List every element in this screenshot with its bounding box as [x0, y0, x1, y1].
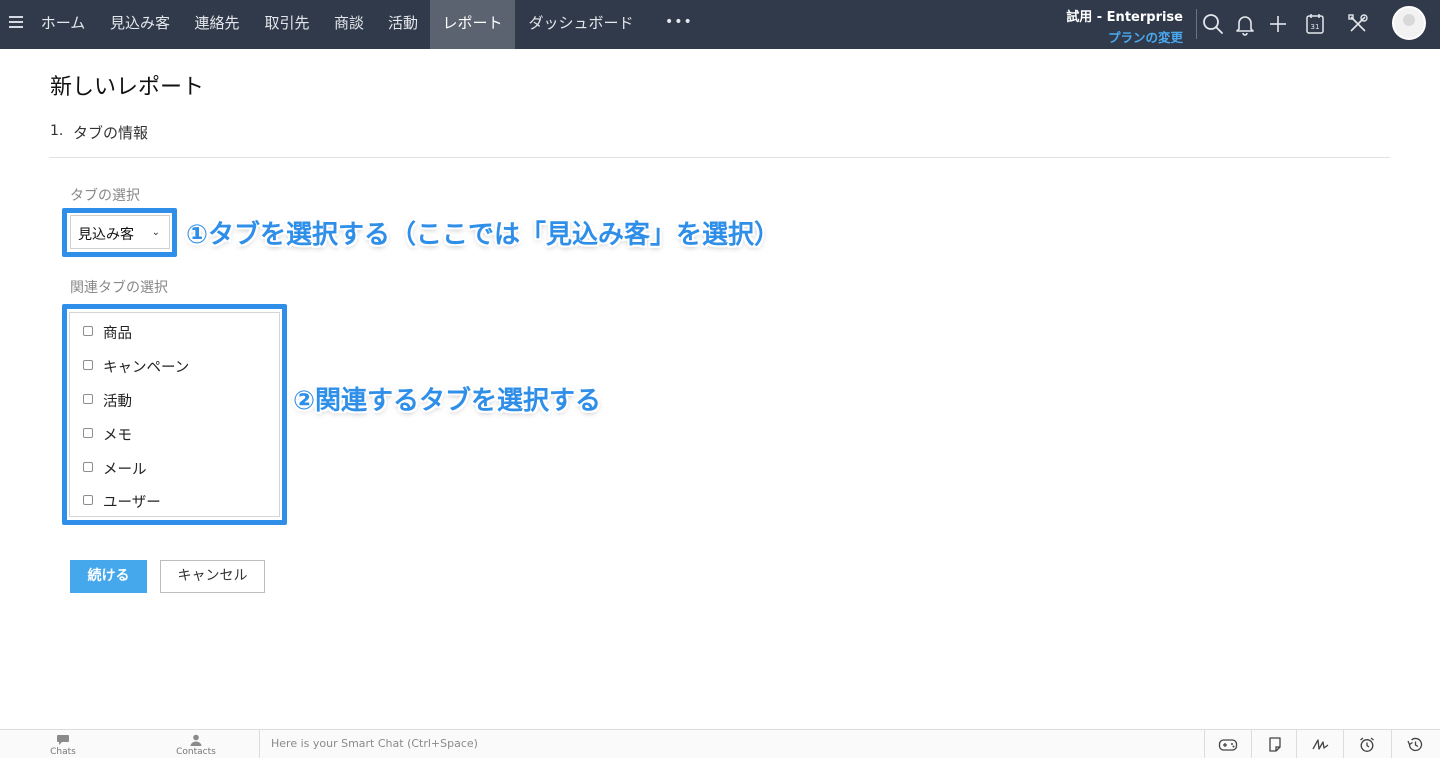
- tab-leads[interactable]: 見込み客: [100, 0, 180, 49]
- chats-button[interactable]: Chats: [33, 734, 93, 758]
- related-tab-label: 活動: [103, 394, 132, 410]
- plus-icon[interactable]: [1265, 11, 1291, 37]
- smart-chat-placeholder: Here is your Smart Chat (Ctrl+Space): [271, 737, 478, 750]
- tab-select-dropdown[interactable]: 見込み客 ⌄: [70, 215, 170, 249]
- tab-dashboards[interactable]: ダッシュボード: [520, 0, 642, 49]
- chevron-down-icon: ⌄: [151, 227, 160, 238]
- sticky-note-icon[interactable]: [1252, 730, 1298, 758]
- more-tabs-icon[interactable]: •••: [665, 12, 692, 32]
- signature-icon[interactable]: [1297, 730, 1343, 758]
- tab-deals[interactable]: 商談: [325, 0, 373, 49]
- bell-icon[interactable]: [1232, 11, 1258, 37]
- tab-activities[interactable]: 活動: [379, 0, 427, 49]
- related-tab-label: メモ: [103, 428, 132, 444]
- history-icon[interactable]: [1392, 730, 1438, 758]
- related-tab-label: キャンペーン: [103, 360, 190, 376]
- nav-separator: [1196, 9, 1197, 39]
- related-tab-label: ユーザー: [103, 495, 161, 511]
- chat-bubble-icon: [57, 735, 69, 745]
- tab-select-label: タブの選択: [70, 188, 140, 204]
- section-divider: [49, 157, 1390, 158]
- bottom-bar-separator: [259, 730, 260, 758]
- step-label: タブの情報: [73, 124, 149, 142]
- annotation-note-1: ①タブを選択する（ここでは「見込み客」を選択）: [186, 220, 781, 250]
- related-tab-checkbox[interactable]: [83, 394, 93, 404]
- bottom-bar: Chats Contacts Here is your Smart Chat (…: [0, 729, 1440, 758]
- tab-contacts[interactable]: 連絡先: [185, 0, 249, 49]
- related-tabs-list: 商品 キャンペーン 活動 メモ メール ユーザー: [69, 312, 280, 517]
- svg-text:31: 31: [1311, 23, 1320, 31]
- tab-home[interactable]: ホーム: [31, 0, 95, 49]
- calendar-icon[interactable]: 31: [1302, 11, 1328, 37]
- user-avatar[interactable]: [1392, 6, 1426, 40]
- related-tab-label: 商品: [103, 326, 132, 342]
- alarm-clock-icon[interactable]: [1344, 730, 1390, 758]
- contacts-button[interactable]: Contacts: [166, 734, 226, 758]
- gamepad-icon[interactable]: [1205, 730, 1251, 758]
- related-tab-checkbox[interactable]: [83, 326, 93, 336]
- trial-edition-label: 試用 - Enterprise: [1066, 10, 1183, 25]
- change-plan-link[interactable]: プランの変更: [1108, 27, 1183, 46]
- related-tabs-label: 関連タブの選択: [70, 280, 168, 296]
- tab-reports[interactable]: レポート: [430, 0, 515, 49]
- related-tab-checkbox[interactable]: [83, 428, 93, 438]
- search-icon[interactable]: [1200, 11, 1226, 37]
- smart-chat-input[interactable]: Here is your Smart Chat (Ctrl+Space): [261, 730, 1204, 758]
- related-tab-checkbox[interactable]: [83, 462, 93, 472]
- tools-icon[interactable]: [1345, 11, 1371, 37]
- person-icon: [190, 734, 202, 746]
- step-number: 1.: [50, 123, 64, 139]
- continue-button[interactable]: 続ける: [70, 560, 147, 593]
- related-tab-checkbox[interactable]: [83, 360, 93, 370]
- hamburger-menu-icon[interactable]: [9, 16, 23, 29]
- related-tab-label: メール: [103, 462, 147, 478]
- page-title: 新しいレポート: [50, 75, 205, 100]
- tab-accounts[interactable]: 取引先: [255, 0, 319, 49]
- annotation-note-2: ②関連するタブを選択する: [293, 386, 602, 416]
- related-tab-checkbox[interactable]: [83, 495, 93, 505]
- tab-select-value: 見込み客: [78, 227, 134, 243]
- cancel-button[interactable]: キャンセル: [160, 560, 265, 593]
- top-nav: ホーム 見込み客 連絡先 取引先 商談 活動 レポート ダッシュボード ••• …: [0, 0, 1440, 49]
